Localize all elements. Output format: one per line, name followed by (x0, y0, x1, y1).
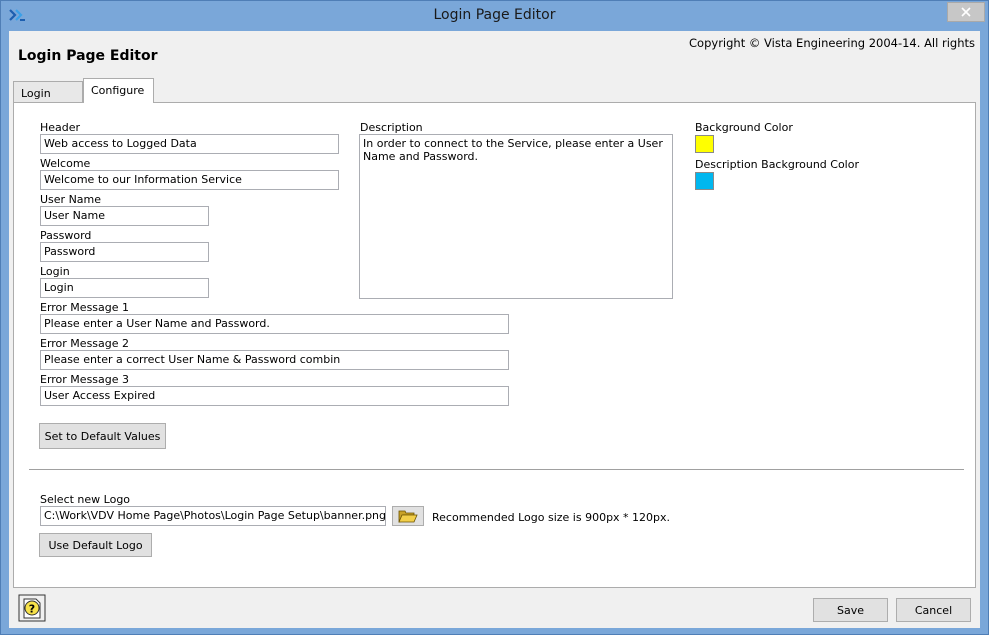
close-icon (961, 7, 971, 17)
cancel-button[interactable]: Cancel (896, 598, 971, 622)
page-title: Login Page Editor (18, 48, 158, 64)
error1-label: Error Message 1 (40, 301, 130, 314)
login-label: Login (40, 265, 70, 278)
description-textarea[interactable]: In order to connect to the Service, plea… (359, 134, 673, 299)
set-default-values-button[interactable]: Set to Default Values (39, 423, 166, 449)
app-window: Login Page Editor Login Page Editor Copy… (0, 0, 989, 635)
welcome-input[interactable]: Welcome to our Information Service (40, 170, 339, 190)
configure-panel: Header Web access to Logged Data Welcome… (13, 102, 976, 588)
welcome-label: Welcome (40, 157, 91, 170)
copyright-text: Copyright © Vista Engineering 2004-14. A… (689, 36, 975, 50)
help-icon[interactable]: ? (18, 594, 46, 622)
password-input[interactable]: Password (40, 242, 209, 262)
error3-input[interactable]: User Access Expired (40, 386, 509, 406)
svg-text:?: ? (29, 603, 35, 616)
tab-configure[interactable]: Configure (83, 78, 154, 103)
error2-label: Error Message 2 (40, 337, 130, 350)
error2-input[interactable]: Please enter a correct User Name & Passw… (40, 350, 509, 370)
title-bar[interactable]: Login Page Editor (1, 1, 988, 31)
header-input[interactable]: Web access to Logged Data (40, 134, 339, 154)
description-background-color-swatch[interactable] (695, 172, 714, 190)
logo-size-recommendation: Recommended Logo size is 900px * 120px. (432, 511, 671, 524)
divider (29, 469, 964, 470)
client-area: Login Page Editor Copyright © Vista Engi… (9, 31, 980, 628)
username-input[interactable]: User Name (40, 206, 209, 226)
error3-label: Error Message 3 (40, 373, 130, 386)
close-button[interactable] (947, 2, 985, 22)
window-title: Login Page Editor (433, 7, 556, 23)
folder-open-icon (398, 510, 418, 523)
background-color-label: Background Color (695, 121, 793, 134)
tab-login-page[interactable]: Login Page (13, 81, 83, 113)
password-label: Password (40, 229, 92, 242)
logo-path-input[interactable]: C:\Work\VDV Home Page\Photos\Login Page … (40, 506, 386, 526)
login-input[interactable]: Login (40, 278, 209, 298)
description-label: Description (360, 121, 423, 134)
description-background-color-label: Description Background Color (695, 158, 859, 171)
background-color-swatch[interactable] (695, 135, 714, 153)
username-label: User Name (40, 193, 102, 206)
browse-button[interactable] (392, 506, 424, 526)
use-default-logo-button[interactable]: Use Default Logo (39, 533, 152, 557)
select-logo-label: Select new Logo (40, 493, 131, 506)
header-label: Header (40, 121, 81, 134)
error1-input[interactable]: Please enter a User Name and Password. (40, 314, 509, 334)
save-button[interactable]: Save (813, 598, 888, 622)
